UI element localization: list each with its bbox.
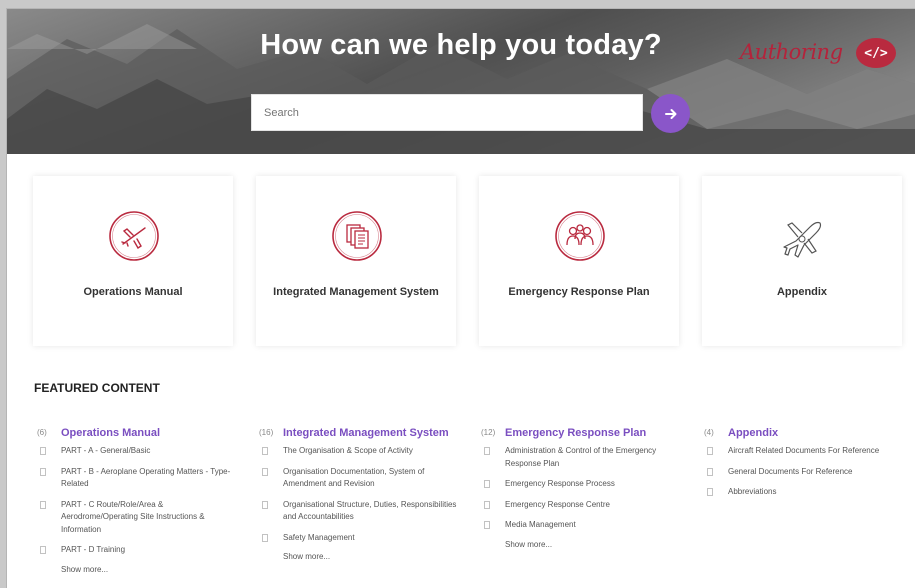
document-icon (707, 488, 713, 496)
featured-content-heading: FEATURED CONTENT (34, 381, 160, 395)
featured-column-title-link[interactable]: Appendix (728, 427, 902, 439)
featured-article-link[interactable]: Abbreviations (702, 486, 902, 499)
featured-article-link[interactable]: Emergency Response Process (479, 478, 679, 491)
document-icon (40, 500, 46, 509)
featured-article-link[interactable]: PART - C Route/Role/Area & Aerodrome/Ope… (35, 499, 235, 537)
card-label: Operations Manual (83, 286, 183, 298)
featured-column-header: (16) Integrated Management System (257, 427, 457, 439)
article-title: Abbreviations (728, 487, 777, 496)
featured-article-list: Administration & Control of the Emergenc… (479, 445, 679, 532)
featured-article-link[interactable]: Organisational Structure, Duties, Respon… (257, 499, 457, 524)
featured-article-link[interactable]: PART - D Training (35, 544, 235, 557)
featured-column-header: (12) Emergency Response Plan (479, 427, 679, 439)
code-badge-icon: </> (856, 38, 896, 68)
featured-column-title-link[interactable]: Emergency Response Plan (505, 427, 679, 439)
featured-article-link[interactable]: General Documents For Reference (702, 466, 902, 479)
article-title: Emergency Response Centre (505, 499, 610, 509)
featured-article-link[interactable]: Administration & Control of the Emergenc… (479, 445, 679, 470)
document-icon (262, 447, 268, 455)
featured-column-appendix: (4) Appendix Aircraft Related Documents … (702, 427, 902, 507)
document-icon (484, 521, 490, 529)
document-icon (262, 533, 268, 542)
featured-column-header: (6) Operations Manual (35, 427, 235, 439)
article-title: Aircraft Related Documents For Reference (728, 446, 880, 455)
document-icon (707, 467, 713, 476)
article-title: PART - C Route/Role/Area & Aerodrome/Ope… (61, 499, 205, 534)
featured-column-integrated-management-system: (16) Integrated Management System The Or… (257, 427, 457, 561)
documents-icon (332, 211, 382, 261)
featured-article-list: Aircraft Related Documents For Reference… (702, 445, 902, 499)
crashed-airplane-icon (783, 221, 822, 258)
featured-article-link[interactable]: Emergency Response Centre (479, 499, 679, 512)
featured-article-link[interactable]: PART - A - General/Basic (35, 445, 235, 458)
item-count: (16) (259, 428, 274, 437)
featured-article-link[interactable]: Aircraft Related Documents For Reference (702, 445, 902, 458)
document-icon (707, 447, 713, 455)
logo-text: Authoring (740, 40, 843, 64)
category-cards: Operations Manual Integrated Management … (33, 176, 903, 348)
card-label: Integrated Management System (273, 286, 439, 298)
authoring-logo: Authoring </> (740, 36, 900, 72)
search-field[interactable] (251, 94, 643, 131)
card-emergency-response-plan[interactable]: Emergency Response Plan (479, 176, 679, 346)
card-operations-manual[interactable]: Operations Manual (33, 176, 233, 346)
arrow-right-icon (664, 108, 676, 119)
item-count: (4) (704, 428, 714, 437)
document-icon (40, 447, 46, 455)
search-submit-button[interactable] (651, 94, 690, 133)
featured-article-link[interactable]: Safety Management (257, 532, 457, 545)
hero-banner: How can we help you today? Authoring </> (7, 9, 915, 154)
item-count: (6) (37, 428, 47, 437)
featured-article-link[interactable]: Organisation Documentation, System of Am… (257, 466, 457, 491)
featured-column-title-link[interactable]: Operations Manual (61, 427, 235, 439)
document-icon (40, 546, 46, 554)
card-integrated-management-system[interactable]: Integrated Management System (256, 176, 456, 346)
article-title: Emergency Response Process (505, 479, 615, 488)
featured-article-link[interactable]: The Organisation & Scope of Activity (257, 445, 457, 458)
search-input[interactable] (252, 95, 642, 130)
help-center-page: How can we help you today? Authoring </>… (6, 8, 915, 588)
document-icon (262, 467, 268, 476)
article-title: The Organisation & Scope of Activity (283, 446, 413, 455)
featured-column-title-link[interactable]: Integrated Management System (283, 427, 457, 439)
article-title: General Documents For Reference (728, 466, 853, 476)
document-icon (40, 467, 46, 476)
featured-article-list: PART - A - General/Basic PART - B - Aero… (35, 445, 235, 557)
document-icon (484, 447, 490, 455)
card-label: Appendix (776, 286, 828, 298)
featured-article-link[interactable]: PART - B - Aeroplane Operating Matters -… (35, 466, 235, 491)
show-more-link[interactable]: Show more... (257, 552, 457, 561)
featured-column-emergency-response-plan: (12) Emergency Response Plan Administrat… (479, 427, 679, 549)
featured-column-operations-manual: (6) Operations Manual PART - A - General… (35, 427, 235, 574)
item-count: (12) (481, 428, 496, 437)
document-icon (484, 500, 490, 509)
people-icon (555, 211, 605, 261)
document-icon (262, 500, 268, 509)
article-title: PART - B - Aeroplane Operating Matters -… (61, 466, 231, 489)
show-more-link[interactable]: Show more... (35, 565, 235, 574)
featured-column-header: (4) Appendix (702, 427, 902, 439)
article-title: PART - D Training (61, 545, 126, 554)
airplane-icon (109, 211, 159, 261)
article-title: PART - A - General/Basic (61, 446, 151, 455)
article-title: Organisational Structure, Duties, Respon… (283, 499, 457, 522)
card-appendix[interactable]: Appendix (702, 176, 902, 346)
featured-article-list: The Organisation & Scope of Activity Org… (257, 445, 457, 544)
article-title: Administration & Control of the Emergenc… (505, 446, 657, 468)
article-title: Media Management (505, 520, 576, 529)
article-title: Organisation Documentation, System of Am… (283, 466, 425, 489)
card-label: Emergency Response Plan (508, 286, 650, 298)
article-title: Safety Management (283, 532, 355, 542)
featured-article-link[interactable]: Media Management (479, 519, 679, 532)
show-more-link[interactable]: Show more... (479, 540, 679, 549)
document-icon (484, 480, 490, 488)
